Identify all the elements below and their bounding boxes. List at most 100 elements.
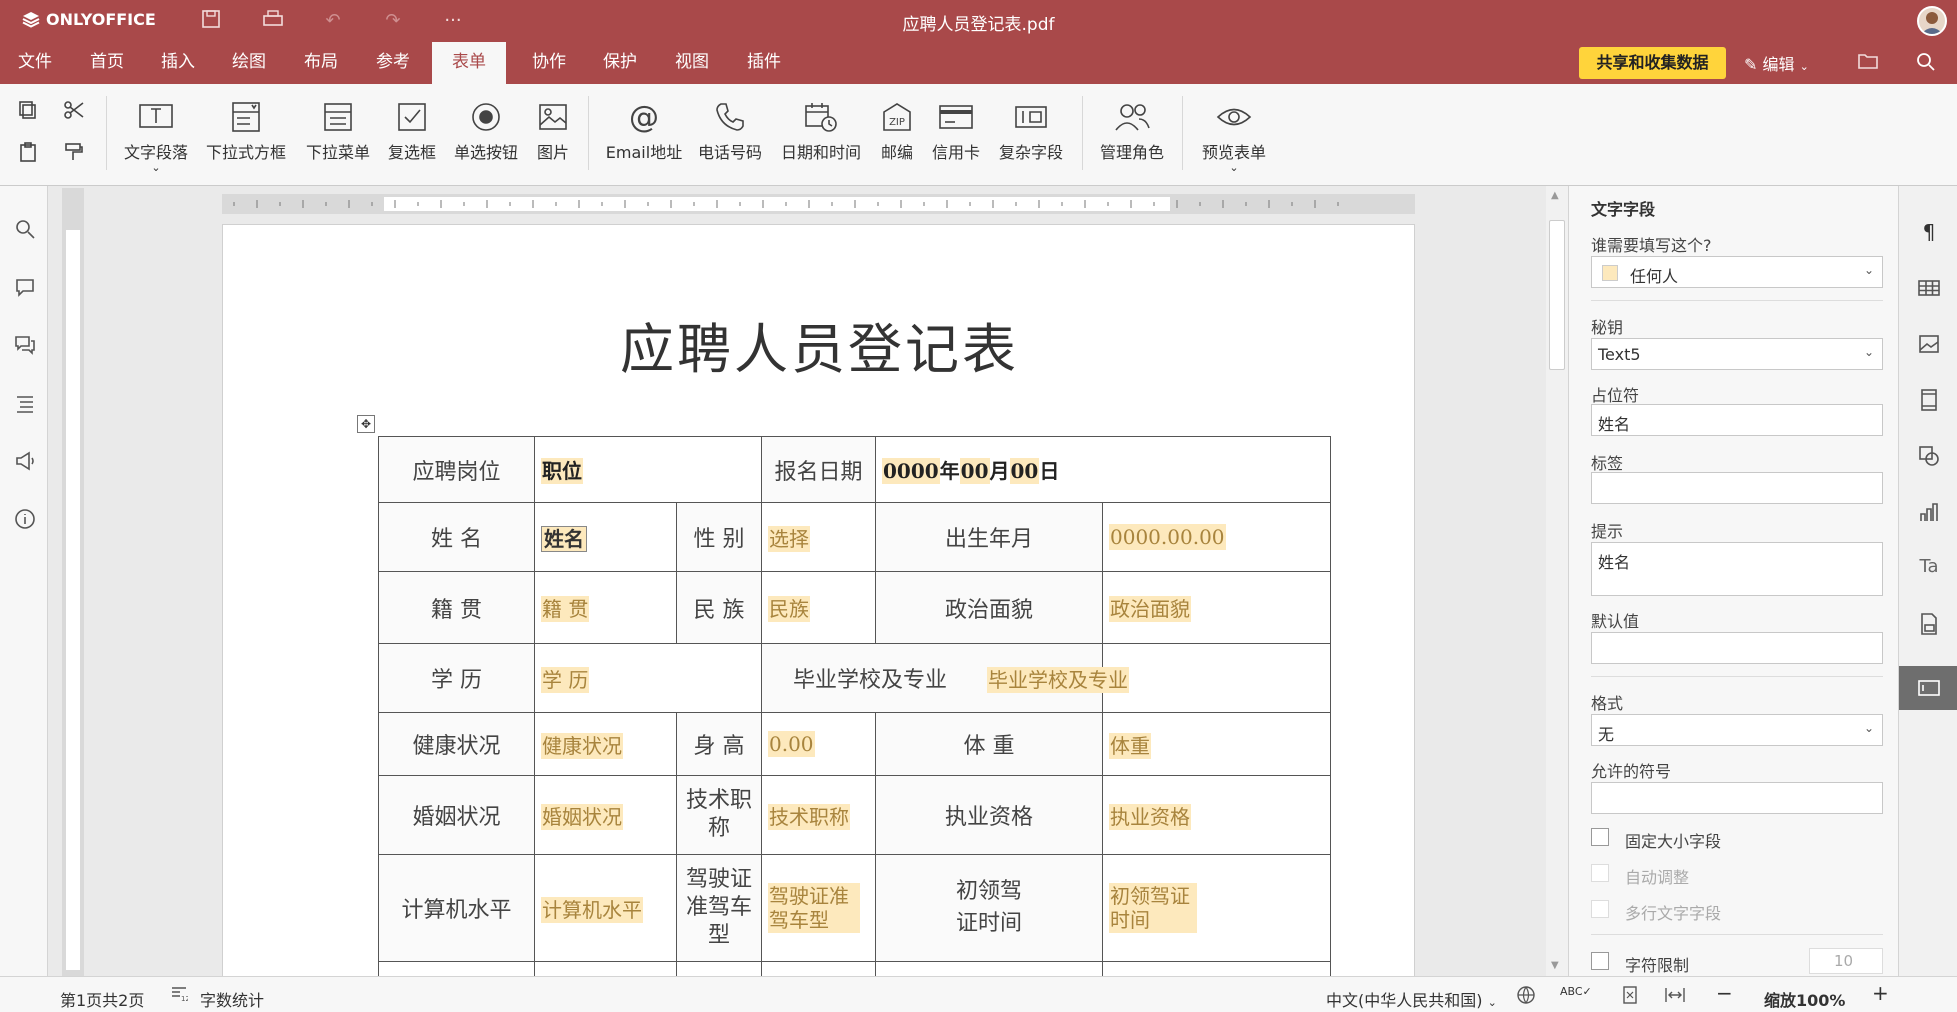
comment-icon[interactable] [14, 276, 36, 298]
date-time-tool[interactable]: 日期和时间 [778, 96, 864, 163]
text-field-tool[interactable]: 文字段落 ⌄ [120, 96, 192, 173]
search-icon[interactable] [14, 218, 36, 240]
image-tool[interactable]: 图片 [532, 96, 574, 163]
form-settings-tab[interactable] [1899, 666, 1957, 710]
cut-icon[interactable] [62, 98, 90, 126]
scroll-thumb[interactable] [1549, 220, 1565, 370]
fixed-size-checkbox[interactable] [1591, 828, 1609, 846]
health-field[interactable]: 健康状况 [541, 732, 623, 759]
computer-field[interactable]: 计算机水平 [541, 896, 643, 923]
placeholder-input[interactable]: 姓名 [1591, 404, 1883, 436]
paste-icon[interactable] [16, 140, 44, 168]
origin-field[interactable]: 籍 贯 [541, 596, 590, 622]
tab-layout[interactable]: 布局 [292, 42, 350, 84]
license-date-field[interactable]: 初领驾证时间 [1109, 883, 1197, 933]
chart-icon[interactable] [1917, 500, 1941, 524]
tab-protection[interactable]: 保护 [591, 42, 649, 84]
tab-view[interactable]: 视图 [663, 42, 721, 84]
zoom-in-button[interactable]: + [1872, 981, 1889, 1005]
who-select[interactable]: 任何人 ⌄ [1591, 256, 1883, 288]
globe-icon[interactable] [1516, 985, 1536, 1009]
autofit-checkbox[interactable] [1591, 864, 1609, 882]
combo-box-tool[interactable]: 下拉式方框 [204, 96, 288, 163]
tab-forms[interactable]: 表单 [432, 42, 506, 84]
navigation-icon[interactable] [14, 392, 36, 414]
name-field[interactable]: 姓名 [541, 525, 587, 552]
paragraph-icon[interactable]: ¶ [1917, 220, 1941, 244]
search-icon[interactable] [1916, 52, 1936, 77]
ethnic-field[interactable]: 民族 [768, 596, 810, 622]
zoom-out-button[interactable]: − [1716, 981, 1733, 1005]
default-input[interactable] [1591, 632, 1883, 664]
info-icon[interactable] [14, 508, 36, 530]
zip-code-tool[interactable]: ZIP 邮编 [876, 96, 918, 163]
license-field[interactable]: 驾驶证准驾车型 [768, 883, 860, 933]
tab-references[interactable]: 参考 [364, 42, 422, 84]
word-count-button[interactable]: 字数统计 [200, 987, 264, 1011]
text-art-icon[interactable]: Ta [1917, 556, 1941, 580]
image-settings-icon[interactable] [1917, 332, 1941, 356]
tab-home[interactable]: 首页 [78, 42, 136, 84]
radio-button-tool[interactable]: 单选按钮 [450, 96, 522, 163]
edit-mode-button[interactable]: ✎ 编辑 ⌄ [1744, 51, 1809, 75]
language-select[interactable]: 中文(中华人民共和国) ⌄ [1326, 987, 1497, 1011]
left-sidebar [0, 186, 48, 976]
vertical-scrollbar[interactable]: ▲ ▼ [1546, 186, 1568, 976]
scroll-up-icon[interactable]: ▲ [1551, 190, 1559, 201]
fit-width-icon[interactable] [1664, 985, 1686, 1009]
format-painter-icon[interactable] [62, 140, 90, 168]
checkbox-tool[interactable]: 复选框 [382, 96, 442, 163]
spellcheck-icon[interactable]: ABC✓ [1560, 985, 1592, 998]
user-avatar[interactable] [1917, 6, 1947, 36]
multiline-checkbox[interactable] [1591, 900, 1609, 918]
political-field[interactable]: 政治面貌 [1109, 596, 1191, 622]
phone-tool[interactable]: 电话号码 [696, 96, 764, 163]
manage-roles-tool[interactable]: 管理角色 [1096, 96, 1168, 163]
complex-field-tool[interactable]: 复杂字段 [994, 96, 1068, 163]
format-select[interactable]: 无 ⌄ [1591, 714, 1883, 746]
shape-icon[interactable] [1917, 444, 1941, 468]
credit-card-tool[interactable]: 信用卡 [930, 96, 982, 163]
tip-textarea[interactable]: 姓名 [1591, 542, 1883, 596]
date-month-field[interactable]: 00 [959, 458, 990, 484]
tab-draw[interactable]: 绘图 [220, 42, 278, 84]
marital-field[interactable]: 婚姻状况 [541, 803, 623, 830]
page-indicator[interactable]: 第1页共2页 [60, 987, 144, 1011]
birth-field[interactable]: 0000.00.00 [1109, 523, 1226, 550]
email-tool[interactable]: @ Email地址 [604, 96, 684, 163]
open-location-icon[interactable] [1857, 52, 1879, 75]
tab-insert[interactable]: 插入 [149, 42, 207, 84]
key-select[interactable]: Text5 ⌄ [1591, 338, 1883, 370]
at-sign-icon: @ [629, 99, 659, 135]
table-move-handle[interactable]: ✥ [357, 415, 375, 433]
preview-form-tool[interactable]: 预览表单 ⌄ [1196, 96, 1272, 173]
qual-cell: 执业资格 [1101, 775, 1332, 855]
header-footer-icon[interactable] [1917, 388, 1941, 412]
gender-field[interactable]: 选择 [768, 525, 810, 552]
qual-field[interactable]: 执业资格 [1109, 803, 1191, 830]
mail-merge-icon[interactable] [1917, 612, 1941, 636]
weight-field[interactable]: 体重 [1109, 732, 1151, 759]
allowed-input[interactable] [1591, 782, 1883, 814]
char-limit-checkbox[interactable] [1591, 952, 1609, 970]
scroll-down-icon[interactable]: ▼ [1551, 960, 1559, 971]
date-day-field[interactable]: 00 [1009, 458, 1040, 484]
height-field[interactable]: 0.00 [768, 730, 815, 757]
school-field[interactable]: 毕业学校及专业 [987, 666, 1129, 693]
tab-file[interactable]: 文件 [6, 42, 64, 84]
tab-collaboration[interactable]: 协作 [520, 42, 578, 84]
date-year-field[interactable]: 0000 [882, 458, 940, 484]
position-field[interactable]: 职位 [541, 458, 583, 484]
copy-icon[interactable] [16, 98, 44, 126]
tag-input[interactable] [1591, 472, 1883, 504]
tab-plugins[interactable]: 插件 [735, 42, 793, 84]
announcement-icon[interactable] [14, 450, 36, 472]
char-limit-input[interactable]: 10 [1809, 948, 1883, 974]
share-collect-button[interactable]: 共享和收集数据 [1579, 47, 1726, 79]
chat-icon[interactable] [14, 334, 36, 356]
dropdown-tool[interactable]: 下拉菜单 [302, 96, 374, 163]
table-icon[interactable] [1917, 276, 1941, 300]
fit-page-icon[interactable] [1620, 985, 1640, 1009]
edu-field[interactable]: 学 历 [541, 666, 590, 693]
title-field[interactable]: 技术职称 [768, 803, 850, 830]
